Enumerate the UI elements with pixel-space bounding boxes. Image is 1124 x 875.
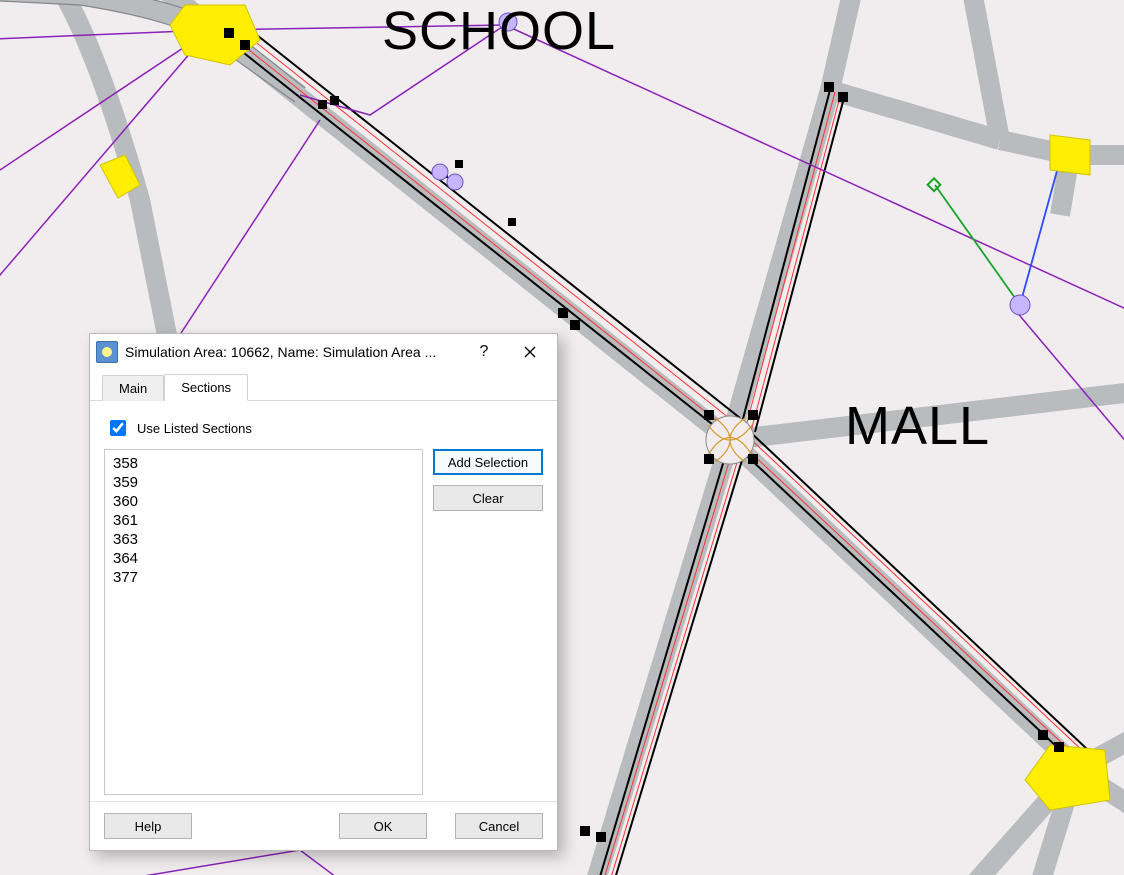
dialog-title: Simulation Area: 10662, Name: Simulation…	[125, 344, 461, 360]
use-listed-sections-label: Use Listed Sections	[137, 421, 252, 436]
cancel-button[interactable]: Cancel	[455, 813, 543, 839]
dialog-titlebar[interactable]: Simulation Area: 10662, Name: Simulation…	[90, 334, 557, 370]
clear-button[interactable]: Clear	[433, 485, 543, 511]
add-selection-button[interactable]: Add Selection	[433, 449, 543, 475]
tab-sections[interactable]: Sections	[164, 374, 248, 401]
list-item[interactable]: 358	[111, 454, 416, 473]
tab-bar: Main Sections	[90, 370, 557, 401]
app-icon	[96, 341, 118, 363]
help-button[interactable]: Help	[104, 813, 192, 839]
simulation-area-dialog: Simulation Area: 10662, Name: Simulation…	[89, 333, 558, 851]
sections-listbox[interactable]: 358359360361363364377	[104, 449, 423, 795]
dialog-body: Use Listed Sections 35835936036136336437…	[90, 401, 557, 801]
dialog-footer: Help OK Cancel	[90, 801, 557, 850]
list-item[interactable]: 364	[111, 549, 416, 568]
list-item[interactable]: 363	[111, 530, 416, 549]
use-listed-sections-row[interactable]: Use Listed Sections	[106, 417, 543, 439]
list-item[interactable]: 377	[111, 568, 416, 587]
ok-button[interactable]: OK	[339, 813, 427, 839]
help-icon[interactable]: ?	[461, 337, 507, 367]
close-icon[interactable]	[507, 337, 553, 367]
list-item[interactable]: 359	[111, 473, 416, 492]
use-listed-sections-checkbox[interactable]	[110, 420, 126, 436]
list-item[interactable]: 360	[111, 492, 416, 511]
list-item[interactable]: 361	[111, 511, 416, 530]
tab-main[interactable]: Main	[102, 375, 164, 401]
